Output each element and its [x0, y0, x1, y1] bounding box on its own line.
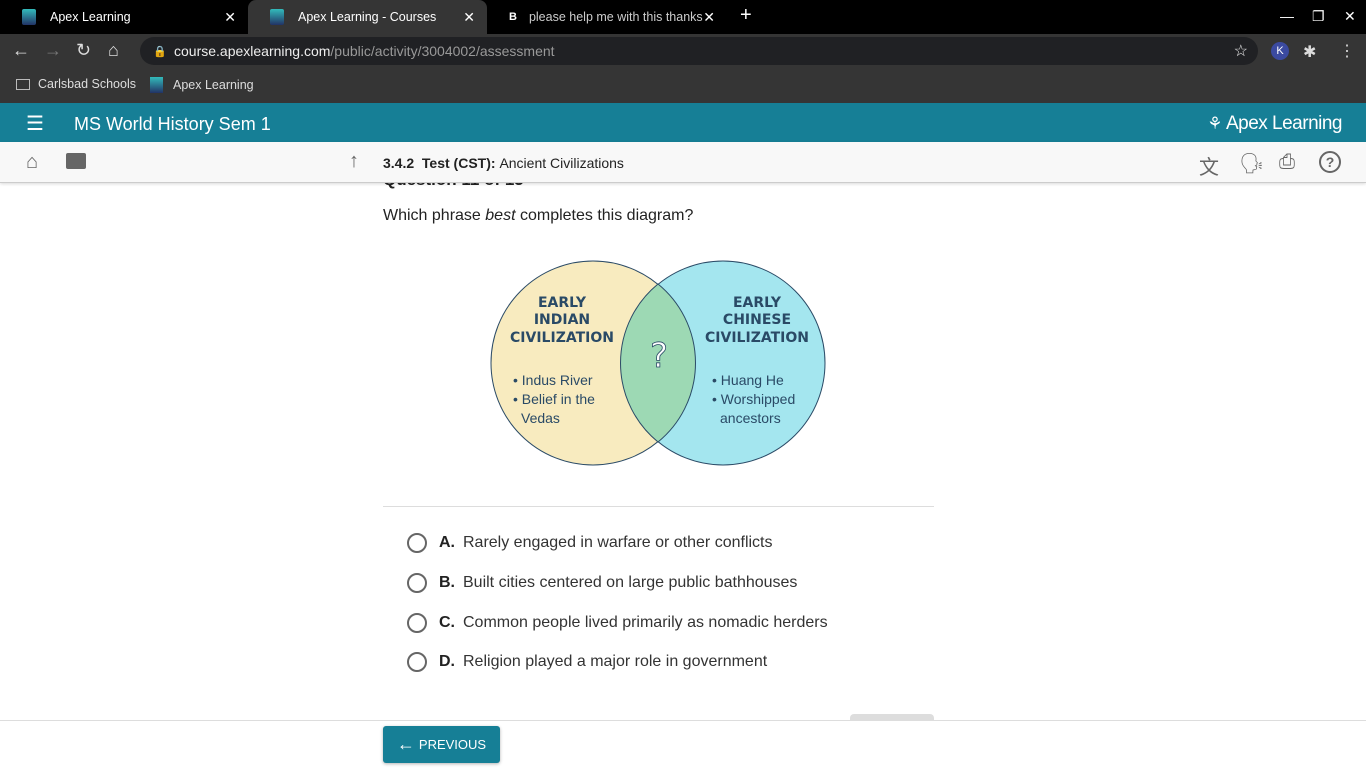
footer-bar: ← PREVIOUS: [0, 720, 1366, 768]
close-icon[interactable]: ✕: [463, 9, 475, 26]
extension-k-icon[interactable]: K: [1271, 42, 1289, 60]
bookmark-apex-learning[interactable]: Apex Learning: [150, 77, 254, 93]
forward-icon[interactable]: →: [44, 40, 62, 61]
radio-button[interactable]: [407, 652, 427, 672]
previous-label: PREVIOUS: [418, 737, 487, 752]
menu-icon[interactable]: ☰: [26, 111, 44, 136]
activity-name: Ancient Civilizations: [499, 155, 624, 171]
apex-logo: ⚘ Apex Learning: [1207, 113, 1342, 134]
home-icon[interactable]: ⌂: [108, 40, 119, 61]
star-icon[interactable]: ☆: [1234, 41, 1248, 61]
activity-number: 3.4.2: [383, 155, 415, 171]
left-title-line: CIVILIZATION: [510, 330, 614, 346]
menu-dots-icon[interactable]: ⋮: [1339, 41, 1355, 61]
venn-question-mark: ?: [650, 336, 668, 376]
folder-icon: [16, 78, 30, 90]
choice-d[interactable]: D. Religion played a major role in govern…: [407, 652, 767, 672]
bookmark-label: Carlsbad Schools: [38, 77, 136, 91]
apex-favicon-icon: [22, 9, 36, 25]
tab-apex-learning[interactable]: Apex Learning ✕: [0, 0, 248, 34]
right-item: • Worshipped: [712, 391, 795, 407]
radio-button[interactable]: [407, 573, 427, 593]
apex-favicon-icon: [270, 9, 284, 25]
help-icon[interactable]: ?: [1319, 151, 1341, 173]
left-item: • Indus River: [513, 372, 593, 388]
question-prompt: Which phrase best completes this diagram…: [383, 207, 694, 224]
back-icon[interactable]: ←: [12, 40, 30, 61]
print-icon[interactable]: ⎙: [1279, 151, 1295, 174]
right-item: • Huang He: [712, 372, 784, 388]
right-title-line: CHINESE: [723, 312, 791, 328]
arrow-left-icon: ←: [396, 734, 415, 754]
url-input[interactable]: 🔒 course.apexlearning.com/public/activit…: [140, 37, 1258, 65]
restore-button[interactable]: ❐: [1312, 8, 1325, 25]
bookmark-label: Apex Learning: [173, 78, 254, 92]
right-item: ancestors: [720, 410, 781, 426]
left-title-line: INDIAN: [534, 312, 590, 328]
tab-title: please help me with this thanks: [528, 10, 703, 24]
divider: [383, 506, 934, 507]
up-arrow-icon[interactable]: ↑: [349, 150, 359, 173]
url-path: /public/activity/3004002/assessment: [330, 43, 555, 59]
previous-button[interactable]: ← PREVIOUS: [383, 726, 500, 763]
left-item: • Belief in the: [513, 391, 595, 407]
close-icon[interactable]: ✕: [224, 9, 236, 26]
choice-a[interactable]: A. Rarely engaged in warfare or other con…: [407, 533, 773, 553]
right-title-line: EARLY: [733, 295, 782, 311]
browser-tab-bar: Apex Learning ✕ Apex Learning - Courses ✕ …: [0, 0, 1366, 34]
app-header: ☰ MS World History Sem 1 ⚘ Apex Learning: [0, 103, 1366, 142]
right-title-line: CIVILIZATION: [705, 330, 809, 346]
briefcase-icon[interactable]: [66, 153, 86, 169]
tab-apex-courses[interactable]: Apex Learning - Courses ✕: [248, 0, 487, 34]
close-icon[interactable]: ✕: [703, 9, 715, 26]
extensions-puzzle-icon[interactable]: ✱: [1303, 42, 1316, 62]
radio-button[interactable]: [407, 533, 427, 553]
brainly-favicon-icon: B: [509, 11, 517, 23]
course-title: MS World History Sem 1: [74, 114, 271, 134]
bookmark-carlsbad-schools[interactable]: Carlsbad Schools: [16, 77, 136, 91]
address-bar-row: ← → ↻ ⌂ 🔒 course.apexlearning.com/public…: [0, 34, 1366, 68]
translate-icon[interactable]: 文: [1199, 151, 1219, 180]
tab-title: Apex Learning: [50, 10, 131, 24]
url-host: course.apexlearning.com: [174, 43, 331, 59]
lock-icon: 🔒: [153, 45, 167, 58]
read-aloud-icon[interactable]: 🗣: [1239, 151, 1264, 176]
choice-b[interactable]: B. Built cities centered on large public …: [407, 573, 797, 593]
close-window-button[interactable]: ✕: [1344, 8, 1356, 25]
radio-button[interactable]: [407, 613, 427, 633]
bookmarks-bar: Carlsbad Schools Apex Learning: [0, 68, 1366, 103]
apex-favicon-icon: [150, 77, 163, 93]
activity-type: Test (CST):: [421, 155, 496, 171]
reload-icon[interactable]: ↻: [76, 40, 91, 61]
venn-diagram: EARLY INDIAN CIVILIZATION EARLY CHINESE …: [490, 260, 826, 466]
home-icon[interactable]: ⌂: [26, 151, 38, 174]
new-tab-button[interactable]: +: [740, 4, 752, 27]
tab-title: Apex Learning - Courses: [298, 10, 437, 24]
minimize-button[interactable]: —: [1280, 8, 1294, 24]
tab-brainly[interactable]: Bplease help me with this thanks ✕: [487, 0, 727, 34]
left-item: Vedas: [521, 410, 560, 426]
choice-c[interactable]: C. Common people lived primarily as nomad…: [407, 613, 828, 633]
left-title-line: EARLY: [538, 295, 587, 311]
activity-toolbar: ⌂ ↑ 3.4.2 Test (CST): Ancient Civilizati…: [0, 142, 1366, 183]
